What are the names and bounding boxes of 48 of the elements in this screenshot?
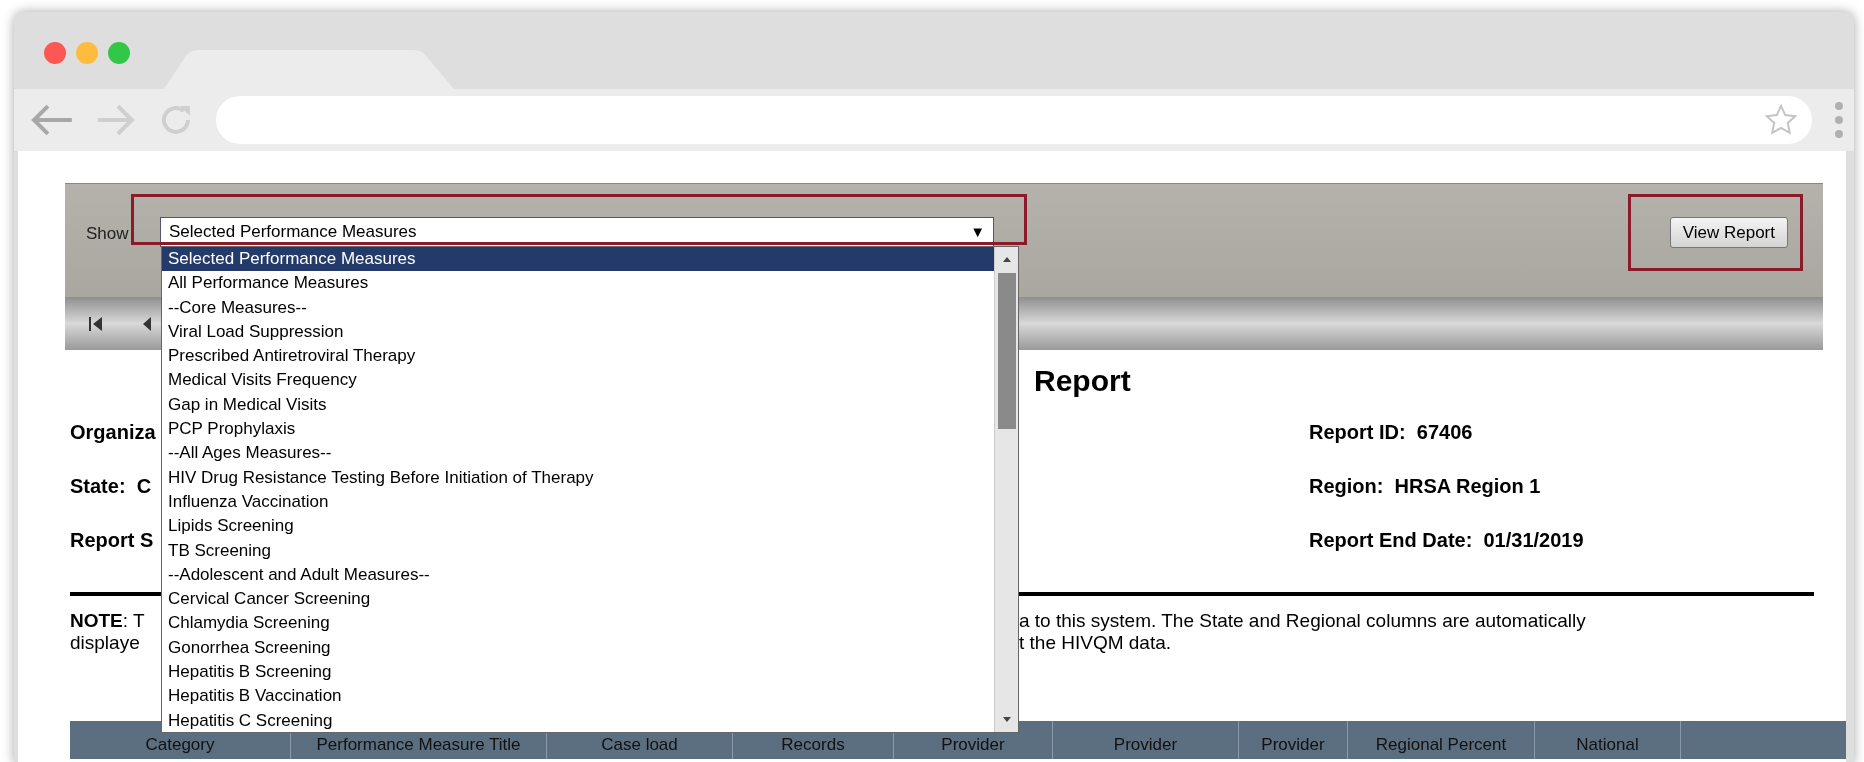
star-icon[interactable]	[1764, 103, 1799, 137]
dropdown-option[interactable]: Chlamydia Screening	[162, 611, 994, 636]
menu-icon[interactable]	[1834, 100, 1844, 140]
note-text: a to this system. The State and Regional columns are automatically	[1019, 610, 1586, 632]
dropdown-option[interactable]: --Adolescent and Adult Measures--	[162, 562, 994, 588]
column-header: National	[1535, 721, 1681, 759]
dropdown-option[interactable]: Viral Load Suppression	[162, 319, 994, 345]
note-text: displaye	[70, 632, 140, 653]
note-text: t the HIVQM data.	[1019, 632, 1172, 654]
dropdown-option[interactable]: HIV Drug Resistance Testing Before Initiation of Therapy	[162, 465, 994, 490]
forward-icon[interactable]	[95, 103, 136, 137]
dropdown-option[interactable]: Gap in Medical Visits	[162, 392, 994, 418]
show-label: Show	[86, 223, 130, 245]
report-title: Report	[1034, 364, 1131, 397]
dropdown-option[interactable]: All Performance Measures	[162, 271, 994, 296]
dropdown-option[interactable]: --Core Measures--	[162, 295, 994, 320]
view-report-button[interactable]: View Report	[1669, 217, 1788, 248]
dropdown-option[interactable]: PCP Prophylaxis	[162, 417, 994, 442]
minimize-window-icon[interactable]	[76, 42, 98, 64]
first-page-icon[interactable]	[87, 314, 105, 333]
back-icon[interactable]	[30, 103, 74, 137]
dropdown-option[interactable]: Lipids Screening	[162, 514, 994, 539]
dropdown-option[interactable]: --All Ages Measures--	[162, 441, 994, 466]
maximize-window-icon[interactable]	[108, 42, 130, 64]
dropdown-option[interactable]: TB Screening	[162, 538, 994, 563]
scrollbar[interactable]	[994, 247, 1018, 732]
field-label: Report ID: 67406	[1309, 420, 1473, 441]
dropdown-option[interactable]: Medical Visits Frequency	[162, 368, 994, 393]
column-header: Provider	[1239, 721, 1348, 759]
measure-select[interactable]: Selected Performance Measures ▼	[160, 217, 994, 247]
scrollbar-thumb[interactable]	[997, 273, 1016, 429]
dropdown-option[interactable]: Hepatitis B Screening	[162, 660, 994, 685]
previous-page-icon[interactable]	[141, 314, 153, 333]
dropdown-option[interactable]: Prescribed Antiretroviral Therapy	[162, 344, 994, 369]
field-label: Report End Date: 01/31/2019	[1309, 528, 1584, 549]
dropdown-option[interactable]: Cervical Cancer Screening	[162, 587, 994, 612]
column-header: Regional Percent	[1348, 721, 1535, 759]
field-label: State: C	[70, 474, 152, 495]
column-header: Provider	[1053, 721, 1239, 759]
dropdown-option[interactable]: Hepatitis B Vaccination	[162, 684, 994, 709]
close-window-icon[interactable]	[44, 42, 66, 64]
dropdown-option[interactable]: Gonorrhea Screening	[162, 635, 994, 661]
field-label: Organiza	[70, 420, 156, 441]
dropdown-option[interactable]: Selected Performance Measures	[162, 247, 994, 272]
field-label: Report S	[70, 528, 154, 549]
note-text: NOTE: T	[70, 610, 145, 631]
field-label: Region: HRSA Region 1	[1309, 474, 1541, 495]
dropdown-option[interactable]: Influenza Vaccination	[162, 489, 994, 515]
